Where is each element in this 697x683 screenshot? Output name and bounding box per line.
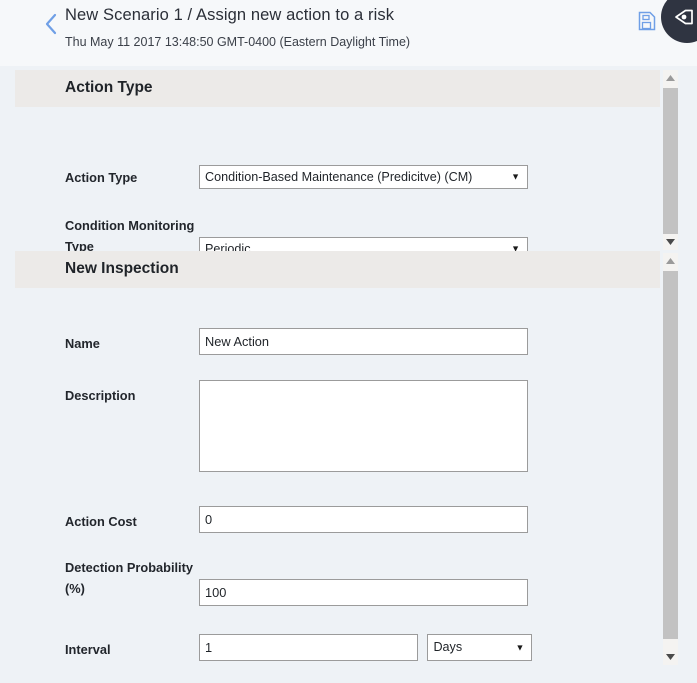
scroll-down-arrow-icon[interactable] [663,234,678,250]
section-body-new-inspection: Name Description Action Cost [15,288,660,663]
action-type-select[interactable]: Condition-Based Maintenance (Predicitve)… [199,165,528,189]
scrollbar-new-inspection[interactable] [663,253,678,665]
scenario-action-page: New Scenario 1 / Assign new action to a … [0,0,697,683]
action-fab-button[interactable] [661,0,697,43]
scrollbar-thumb[interactable] [663,88,678,234]
back-chevron-icon[interactable] [40,12,62,36]
section-new-inspection: New Inspection Name Description Action C… [0,251,697,663]
control-detection-probability [199,579,528,606]
label-action-cost: Action Cost [65,514,137,529]
section-title: Action Type [65,79,153,96]
name-input[interactable] [199,328,528,355]
control-description [199,380,528,477]
field-row-detection-probability: Detection Probability (%) [15,557,660,607]
section-action-type: Action Type Action Type Condition-Based … [0,70,697,261]
scrollbar-thumb[interactable] [663,271,678,639]
action-cost-input[interactable] [199,506,528,533]
field-row-interval: Interval Days ▼ [15,634,660,664]
scroll-down-arrow-icon[interactable] [663,649,678,665]
section-header-new-inspection: New Inspection [15,251,660,288]
description-textarea[interactable] [199,380,528,472]
page-header: New Scenario 1 / Assign new action to a … [0,0,697,66]
scroll-up-arrow-icon[interactable] [663,253,678,269]
label-name: Name [65,336,100,351]
control-action-type: Condition-Based Maintenance (Predicitve)… [199,165,528,189]
interval-value-input[interactable] [199,634,418,661]
label-action-type: Action Type [65,170,138,185]
field-row-description: Description [15,380,660,475]
section-header-action-type: Action Type [15,70,660,107]
page-title: New Scenario 1 / Assign new action to a … [65,6,395,24]
label-detection-probability: Detection Probability (%) [65,560,193,596]
action-type-select-wrap: Condition-Based Maintenance (Predicitve)… [199,165,528,189]
interval-unit-select-wrap: Days ▼ [427,634,533,661]
control-interval: Days ▼ [199,634,533,661]
interval-unit-select[interactable]: Days [427,634,533,661]
field-row-action-type: Action Type Condition-Based Maintenance … [15,165,660,191]
field-row-action-cost: Action Cost [15,506,660,536]
page-timestamp: Thu May 11 2017 13:48:50 GMT-0400 (Easte… [65,35,411,49]
detection-probability-input[interactable] [199,579,528,606]
control-action-cost [199,506,528,533]
control-name [199,328,528,355]
scrollbar-action-type[interactable] [663,70,678,250]
scroll-up-arrow-icon[interactable] [663,70,678,86]
label-description: Description [65,388,136,403]
section-title: New Inspection [65,260,179,277]
save-document-icon[interactable] [638,11,656,31]
section-body-action-type: Action Type Condition-Based Maintenance … [15,107,660,261]
field-row-name: Name [15,328,660,358]
label-interval: Interval [65,642,111,657]
